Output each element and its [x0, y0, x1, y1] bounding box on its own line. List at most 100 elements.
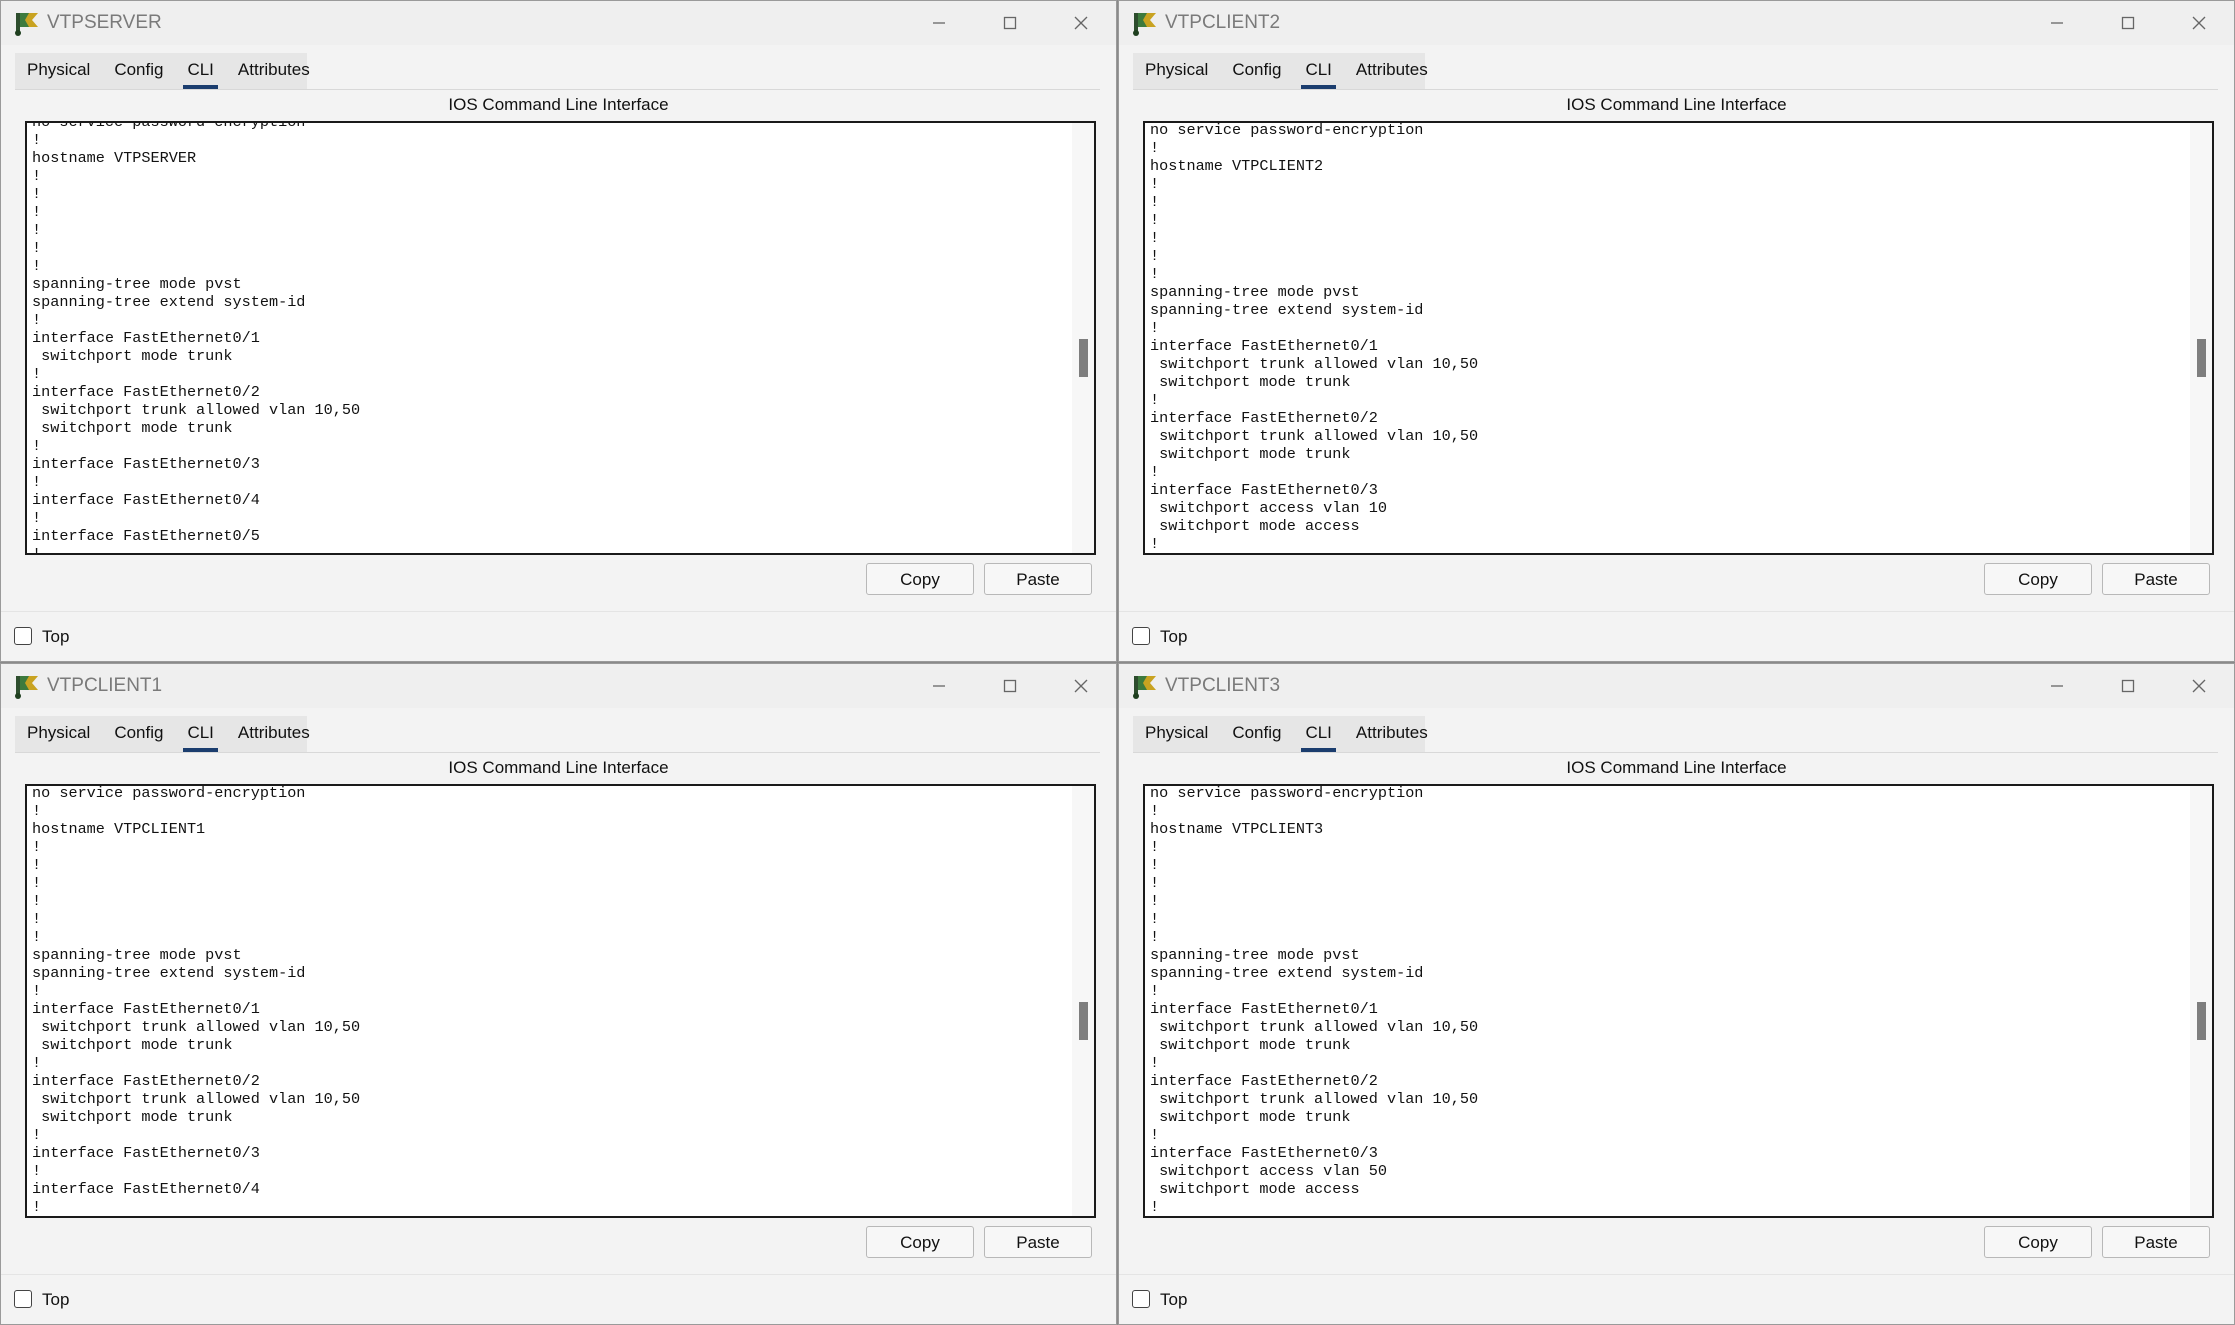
paste-button[interactable]: Paste [984, 1226, 1092, 1258]
tab-attributes[interactable]: Attributes [226, 717, 322, 752]
tab-physical[interactable]: Physical [15, 717, 102, 752]
close-button[interactable] [2163, 1, 2234, 45]
tab-cli[interactable]: CLI [175, 54, 225, 89]
device-window-vtpclient2: VTPCLIENT2 Physical Config CLI Attributes I… [1118, 0, 2235, 662]
paste-button[interactable]: Paste [2102, 563, 2210, 595]
device-window-vtpclient1: VTPCLIENT1 Physical Config CLI Attributes I… [0, 663, 1117, 1325]
top-checkbox[interactable] [14, 627, 32, 645]
device-window-vtpclient3: VTPCLIENT3 Physical Config CLI Attributes I… [1118, 663, 2235, 1325]
cli-heading: IOS Command Line Interface [448, 95, 669, 114]
cli-output[interactable]: no service password-encryption ! hostnam… [1150, 786, 2184, 1216]
paste-button[interactable]: Paste [984, 563, 1092, 595]
tab-cli[interactable]: CLI [175, 717, 225, 752]
tab-bar: Physical Config CLI Attributes [15, 716, 1100, 753]
title-bar[interactable]: VTPSERVER [1, 1, 1116, 45]
cli-output[interactable]: no service password-encryption ! hostnam… [32, 123, 1066, 553]
close-icon [1074, 16, 1087, 30]
cli-console[interactable]: no service password-encryption ! hostnam… [1143, 784, 2214, 1218]
cli-console[interactable]: no service password-encryption ! hostnam… [25, 121, 1096, 555]
title-bar[interactable]: VTPCLIENT3 [1119, 664, 2234, 708]
cli-scrollbar[interactable] [2190, 123, 2212, 553]
window-title: VTPCLIENT1 [47, 675, 163, 696]
minimize-button[interactable] [903, 664, 974, 708]
title-bar[interactable]: VTPCLIENT1 [1, 664, 1116, 708]
top-checkbox[interactable] [1132, 627, 1150, 645]
packet-tracer-app-icon [1133, 13, 1156, 36]
copy-button[interactable]: Copy [1984, 563, 2092, 595]
maximize-icon [1003, 679, 1016, 693]
scroll-thumb[interactable] [2197, 339, 2206, 377]
tab-physical[interactable]: Physical [15, 54, 102, 89]
cli-output[interactable]: no service password-encryption ! hostnam… [32, 786, 1066, 1216]
maximize-icon [2121, 16, 2134, 30]
cli-heading: IOS Command Line Interface [448, 758, 669, 777]
close-button[interactable] [1045, 664, 1116, 708]
top-checkbox[interactable] [1132, 1290, 1150, 1308]
top-label: Top [1160, 1290, 1188, 1309]
tab-cli[interactable]: CLI [1293, 54, 1343, 89]
cli-output[interactable]: no service password-encryption ! hostnam… [1150, 123, 2184, 553]
close-icon [1074, 679, 1087, 693]
copy-button[interactable]: Copy [1984, 1226, 2092, 1258]
close-icon [2192, 16, 2205, 30]
device-window-vtpserver: VTPSERVER Physical Config CLI Attributes IO… [0, 0, 1117, 662]
paste-button[interactable]: Paste [2102, 1226, 2210, 1258]
tab-config[interactable]: Config [1220, 717, 1293, 752]
window-title: VTPSERVER [47, 12, 162, 33]
top-option-row: Top [1119, 1274, 2234, 1324]
top-label: Top [42, 1290, 70, 1309]
packet-tracer-app-icon [15, 13, 38, 36]
cli-console[interactable]: no service password-encryption ! hostnam… [1143, 121, 2214, 555]
copy-button[interactable]: Copy [866, 563, 974, 595]
tab-attributes[interactable]: Attributes [1344, 717, 1440, 752]
tab-config[interactable]: Config [1220, 54, 1293, 89]
tab-config[interactable]: Config [102, 717, 175, 752]
close-button[interactable] [2163, 664, 2234, 708]
window-title: VTPCLIENT3 [1165, 675, 1281, 696]
top-option-row: Top [1, 611, 1116, 661]
top-option-row: Top [1, 1274, 1116, 1324]
tab-attributes[interactable]: Attributes [226, 54, 322, 89]
maximize-button[interactable] [974, 664, 1045, 708]
scroll-thumb[interactable] [1079, 1002, 1088, 1040]
packet-tracer-app-icon [1133, 676, 1156, 699]
minimize-icon [2050, 685, 2063, 687]
cli-heading: IOS Command Line Interface [1566, 758, 1787, 777]
tab-attributes[interactable]: Attributes [1344, 54, 1440, 89]
cli-heading: IOS Command Line Interface [1566, 95, 1787, 114]
packet-tracer-app-icon [15, 676, 38, 699]
copy-button[interactable]: Copy [866, 1226, 974, 1258]
minimize-icon [2050, 22, 2063, 24]
tab-physical[interactable]: Physical [1133, 717, 1220, 752]
tab-physical[interactable]: Physical [1133, 54, 1220, 89]
maximize-icon [1003, 16, 1016, 30]
top-option-row: Top [1119, 611, 2234, 661]
tab-bar: Physical Config CLI Attributes [15, 53, 1100, 90]
tab-config[interactable]: Config [102, 54, 175, 89]
top-checkbox[interactable] [14, 1290, 32, 1308]
close-icon [2192, 679, 2205, 693]
scroll-thumb[interactable] [1079, 339, 1088, 377]
maximize-button[interactable] [2092, 1, 2163, 45]
cli-scrollbar[interactable] [1072, 123, 1094, 553]
scroll-thumb[interactable] [2197, 1002, 2206, 1040]
maximize-button[interactable] [974, 1, 1045, 45]
top-label: Top [42, 627, 70, 646]
close-button[interactable] [1045, 1, 1116, 45]
tab-bar: Physical Config CLI Attributes [1133, 53, 2218, 90]
minimize-button[interactable] [903, 1, 974, 45]
top-label: Top [1160, 627, 1188, 646]
cli-console[interactable]: no service password-encryption ! hostnam… [25, 784, 1096, 1218]
maximize-icon [2121, 679, 2134, 693]
window-title: VTPCLIENT2 [1165, 12, 1281, 33]
cli-scrollbar[interactable] [2190, 786, 2212, 1216]
cli-scrollbar[interactable] [1072, 786, 1094, 1216]
minimize-button[interactable] [2021, 1, 2092, 45]
minimize-icon [932, 685, 945, 687]
title-bar[interactable]: VTPCLIENT2 [1119, 1, 2234, 45]
minimize-button[interactable] [2021, 664, 2092, 708]
maximize-button[interactable] [2092, 664, 2163, 708]
minimize-icon [932, 22, 945, 24]
tab-bar: Physical Config CLI Attributes [1133, 716, 2218, 753]
tab-cli[interactable]: CLI [1293, 717, 1343, 752]
